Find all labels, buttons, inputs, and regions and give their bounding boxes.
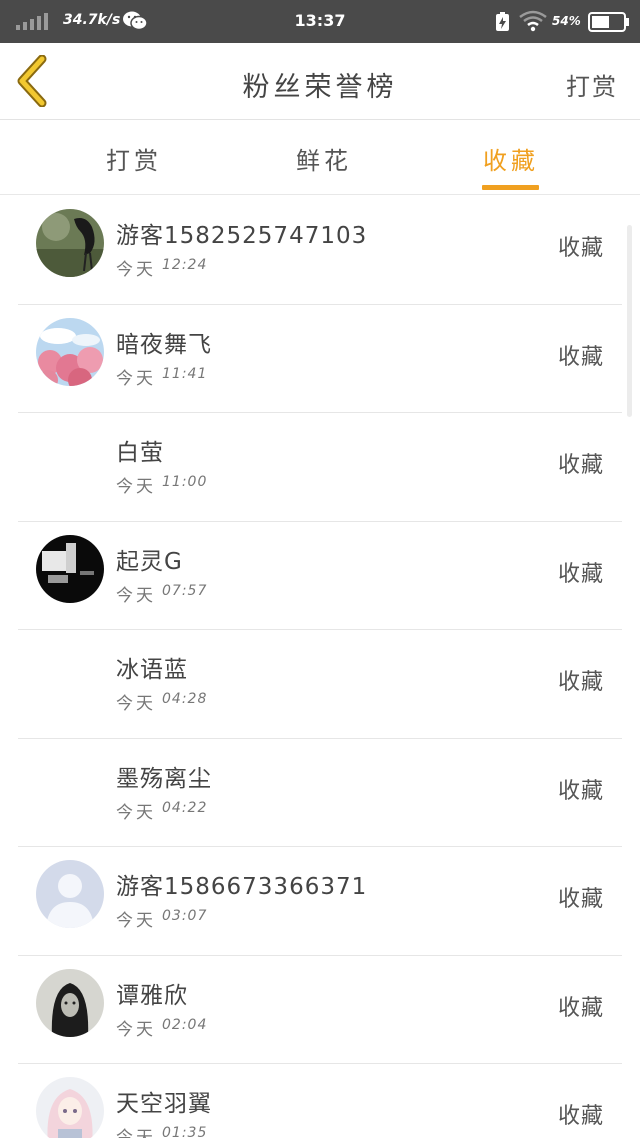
date-label: 今天 <box>116 477 156 497</box>
charging-icon <box>496 12 509 31</box>
fan-list: 游客1582525747103 今天 12:24 收藏 暗夜舞飞 今天 11:4… <box>0 196 640 1138</box>
user-name: 游客1582525747103 <box>116 223 368 249</box>
list-item[interactable]: 暗夜舞飞 今天 11:41 收藏 <box>0 305 640 413</box>
time-value: 11:41 <box>162 365 208 382</box>
list-item[interactable]: 起灵G 今天 07:57 收藏 <box>0 522 640 630</box>
list-item[interactable]: 墨殇离尘 今天 04:22 收藏 <box>0 739 640 847</box>
time-value: 04:22 <box>162 799 208 816</box>
tab-favorites[interactable]: 收藏 <box>483 141 539 176</box>
list-item[interactable]: 谭雅欣 今天 02:04 收藏 <box>0 956 640 1064</box>
avatar <box>36 534 104 603</box>
user-name: 起灵G <box>116 548 183 575</box>
avatar <box>36 317 104 386</box>
time-value: 01:35 <box>162 1125 208 1138</box>
list-item[interactable]: 游客1586673366371 今天 03:07 收藏 <box>0 847 640 956</box>
status-bar: 34.7k/s 13:37 54% <box>0 0 640 43</box>
user-name: 冰语蓝 <box>116 657 188 683</box>
date-label: 今天 <box>116 911 156 931</box>
date-label: 今天 <box>116 260 156 280</box>
date-label: 今天 <box>116 802 156 823</box>
user-name: 游客1586673366371 <box>116 874 368 900</box>
row-action-label: 收藏 <box>557 670 604 695</box>
row-action-label: 收藏 <box>557 453 604 478</box>
row-action-label: 收藏 <box>557 344 604 370</box>
tab-flowers[interactable]: 鲜花 <box>296 141 352 176</box>
time-value: 02:04 <box>162 1016 208 1033</box>
wifi-icon <box>519 10 547 32</box>
battery-icon <box>588 12 629 32</box>
row-action-label: 收藏 <box>557 561 604 587</box>
avatar <box>36 860 104 928</box>
list-item[interactable]: 白萤 今天 11:00 收藏 <box>0 413 640 522</box>
user-name: 天空羽翼 <box>116 1091 212 1117</box>
date-label: 今天 <box>116 368 156 389</box>
page-title: 粉丝荣誉榜 <box>242 72 398 103</box>
date-label: 今天 <box>116 694 156 714</box>
user-name: 谭雅欣 <box>116 982 188 1009</box>
avatar <box>36 209 104 277</box>
reward-button[interactable]: 打赏 <box>566 67 618 102</box>
list-item[interactable]: 冰语蓝 今天 04:28 收藏 <box>0 630 640 739</box>
time-value: 12:24 <box>162 257 208 273</box>
date-label: 今天 <box>116 1128 156 1138</box>
row-action-label: 收藏 <box>557 778 604 804</box>
user-name: 暗夜舞飞 <box>116 331 212 358</box>
avatar <box>36 1077 104 1138</box>
top-nav-bar: 粉丝荣誉榜 打赏 <box>0 43 640 120</box>
scrollbar[interactable] <box>627 225 632 417</box>
time-value: 07:57 <box>162 582 208 599</box>
list-item[interactable]: 游客1582525747103 今天 12:24 收藏 <box>0 196 640 305</box>
avatar <box>36 968 104 1037</box>
active-tab-indicator <box>482 185 539 190</box>
time-value: 03:07 <box>162 908 208 924</box>
list-item[interactable]: 天空羽翼 今天 01:35 收藏 <box>0 1064 640 1138</box>
date-label: 今天 <box>116 585 156 606</box>
date-label: 今天 <box>116 1019 156 1040</box>
time-value: 11:00 <box>162 474 208 490</box>
row-action-label: 收藏 <box>557 995 604 1021</box>
row-action-label: 收藏 <box>557 887 604 912</box>
battery-percent: 54% <box>552 14 581 28</box>
tab-bar: 打赏 鲜花 收藏 <box>0 121 640 195</box>
user-name: 墨殇离尘 <box>116 765 212 792</box>
row-action-label: 收藏 <box>557 1104 604 1129</box>
time-value: 04:28 <box>162 691 208 707</box>
user-name: 白萤 <box>116 440 164 466</box>
row-action-label: 收藏 <box>557 236 604 261</box>
tab-reward[interactable]: 打赏 <box>106 141 162 176</box>
